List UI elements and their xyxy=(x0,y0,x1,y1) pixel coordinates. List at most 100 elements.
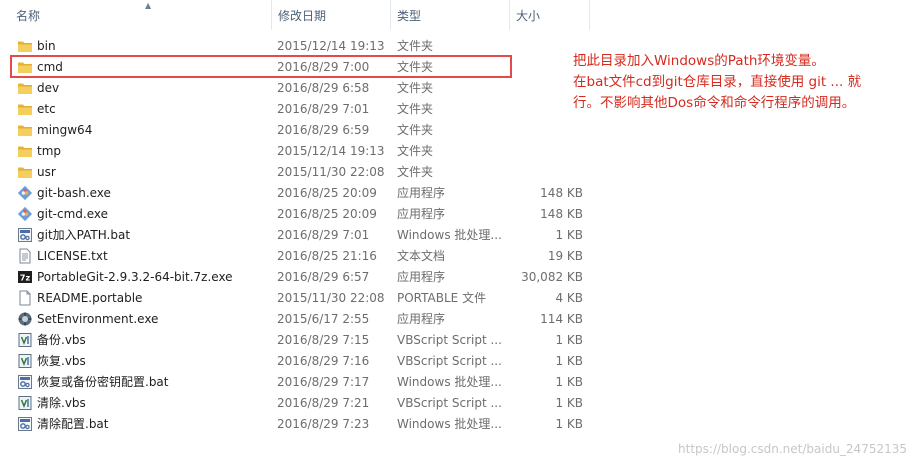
file-name: usr xyxy=(37,165,56,179)
file-type: 文本文档 xyxy=(397,249,446,263)
git-exe-icon xyxy=(17,185,33,201)
file-row[interactable]: 清除.vbs 2016/8/29 7:21 VBScript Script ... 1… xyxy=(12,393,592,414)
file-type: 应用程序 xyxy=(397,312,446,326)
sort-up-arrow-icon: ▲ xyxy=(145,1,152,10)
file-row[interactable]: 清除配置.bat 2016/8/29 7:23 Windows 批处理... 1 KB xyxy=(12,414,592,435)
setup-exe-icon xyxy=(17,311,33,327)
file-row[interactable]: git-cmd.exe 2016/8/25 20:09 应用程序 148 KB xyxy=(12,204,592,225)
file-row[interactable]: 恢复或备份密钥配置.bat 2016/8/29 7:17 Windows 批处理..… xyxy=(12,372,592,393)
file-date: 2015/12/14 19:13 xyxy=(277,39,385,53)
file-size: 1 KB xyxy=(555,375,583,389)
file-type: VBScript Script ... xyxy=(397,333,502,347)
batch-file-icon xyxy=(17,227,33,243)
file-size: 1 KB xyxy=(555,417,583,431)
file-date: 2016/8/29 6:58 xyxy=(277,81,370,95)
file-type: 文件夹 xyxy=(397,165,434,179)
column-header-size[interactable]: 大小 xyxy=(510,0,590,30)
file-type: Windows 批处理... xyxy=(397,375,502,389)
file-type: 应用程序 xyxy=(397,207,446,221)
file-row[interactable]: 7z PortableGit-2.9.3.2-64-bit.7z.exe 2016/… xyxy=(12,267,592,288)
file-date: 2016/8/29 7:23 xyxy=(277,417,370,431)
file-date: 2015/11/30 22:08 xyxy=(277,165,385,179)
column-header-date[interactable]: 修改日期 xyxy=(272,0,391,30)
annotation-line-3: 行。不影响其他Dos命令和命令行程序的调用。 xyxy=(573,95,856,111)
file-size: 4 KB xyxy=(555,291,583,305)
file-name: PortableGit-2.9.3.2-64-bit.7z.exe xyxy=(37,270,233,284)
file-row[interactable]: git加入PATH.bat 2016/8/29 7:01 Windows 批处理..… xyxy=(12,225,592,246)
file-name: 清除.vbs xyxy=(37,396,86,410)
file-type: VBScript Script ... xyxy=(397,354,502,368)
file-row[interactable]: usr 2015/11/30 22:08 文件夹 xyxy=(12,162,592,183)
file-name: SetEnvironment.exe xyxy=(37,312,159,326)
file-size: 148 KB xyxy=(540,186,583,200)
file-date: 2016/8/25 20:09 xyxy=(277,207,377,221)
file-type: VBScript Script ... xyxy=(397,396,502,410)
file-size: 30,082 KB xyxy=(521,270,583,284)
file-date: 2016/8/29 7:15 xyxy=(277,333,370,347)
file-date: 2015/12/14 19:13 xyxy=(277,144,385,158)
7z-archive-icon: 7z xyxy=(17,269,33,285)
column-header-name[interactable]: 名称 ▲ xyxy=(10,0,272,30)
file-date: 2016/8/29 7:01 xyxy=(277,228,370,242)
file-row[interactable]: 备份.vbs 2016/8/29 7:15 VBScript Script ... 1… xyxy=(12,330,592,351)
file-row[interactable]: bin 2015/12/14 19:13 文件夹 xyxy=(12,36,592,57)
file-row[interactable]: tmp 2015/12/14 19:13 文件夹 xyxy=(12,141,592,162)
file-row[interactable]: git-bash.exe 2016/8/25 20:09 应用程序 148 KB xyxy=(12,183,592,204)
file-type: Windows 批处理... xyxy=(397,417,502,431)
file-name: LICENSE.txt xyxy=(37,249,108,263)
file-date: 2016/8/29 7:16 xyxy=(277,354,370,368)
file-date: 2016/8/25 21:16 xyxy=(277,249,377,263)
file-date: 2016/8/25 20:09 xyxy=(277,186,377,200)
svg-text:7z: 7z xyxy=(20,274,31,283)
file-size: 19 KB xyxy=(547,249,583,263)
annotation-line-1: 把此目录加入Windows的Path环境变量。 xyxy=(573,53,825,69)
file-name: git-bash.exe xyxy=(37,186,111,200)
file-type: Windows 批处理... xyxy=(397,228,502,242)
file-name: 清除配置.bat xyxy=(37,417,109,431)
folder-icon xyxy=(17,143,33,159)
watermark: https://blog.csdn.net/baidu_24752135 xyxy=(678,442,907,456)
file-type: PORTABLE 文件 xyxy=(397,291,487,305)
file-type: 文件夹 xyxy=(397,102,434,116)
file-row[interactable]: etc 2016/8/29 7:01 文件夹 xyxy=(12,99,592,120)
file-type: 应用程序 xyxy=(397,270,446,284)
column-header-name-label: 名称 xyxy=(16,9,41,23)
file-date: 2016/8/29 7:01 xyxy=(277,102,370,116)
file-type: 文件夹 xyxy=(397,39,434,53)
file-date: 2016/8/29 6:59 xyxy=(277,123,370,137)
file-date: 2015/6/17 2:55 xyxy=(277,312,370,326)
file-size: 1 KB xyxy=(555,396,583,410)
file-row[interactable]: LICENSE.txt 2016/8/25 21:16 文本文档 19 KB xyxy=(12,246,592,267)
folder-icon xyxy=(17,164,33,180)
file-type: 文件夹 xyxy=(397,144,434,158)
file-row[interactable]: README.portable 2015/11/30 22:08 PORTABLE … xyxy=(12,288,592,309)
folder-icon xyxy=(17,80,33,96)
column-header-type-label: 类型 xyxy=(397,9,422,23)
file-row[interactable]: dev 2016/8/29 6:58 文件夹 xyxy=(12,78,592,99)
folder-icon xyxy=(17,122,33,138)
file-row[interactable]: SetEnvironment.exe 2015/6/17 2:55 应用程序 114 … xyxy=(12,309,592,330)
file-size: 114 KB xyxy=(540,312,583,326)
column-header-type[interactable]: 类型 xyxy=(391,0,510,30)
batch-file-icon xyxy=(17,416,33,432)
text-file-icon xyxy=(17,248,33,264)
highlight-box xyxy=(10,55,512,78)
file-name: 恢复或备份密钥配置.bat xyxy=(37,375,169,389)
column-header-date-label: 修改日期 xyxy=(278,9,327,23)
batch-file-icon xyxy=(17,374,33,390)
git-exe-icon xyxy=(17,206,33,222)
file-type: 文件夹 xyxy=(397,81,434,95)
file-name: mingw64 xyxy=(37,123,93,137)
file-name: git-cmd.exe xyxy=(37,207,108,221)
file-row[interactable]: 恢复.vbs 2016/8/29 7:16 VBScript Script ... 1… xyxy=(12,351,592,372)
file-row[interactable]: mingw64 2016/8/29 6:59 文件夹 xyxy=(12,120,592,141)
file-name: dev xyxy=(37,81,60,95)
file-type: 应用程序 xyxy=(397,186,446,200)
file-name: bin xyxy=(37,39,56,53)
column-header-size-label: 大小 xyxy=(516,9,541,23)
file-date: 2016/8/29 7:21 xyxy=(277,396,370,410)
folder-icon xyxy=(17,101,33,117)
annotation-line-2: 在bat文件cd到git仓库目录，直接使用 git ... 就 xyxy=(573,74,862,90)
column-header-bar: 名称 ▲ 修改日期 类型 大小 xyxy=(0,0,600,30)
file-date: 2016/8/29 7:17 xyxy=(277,375,370,389)
